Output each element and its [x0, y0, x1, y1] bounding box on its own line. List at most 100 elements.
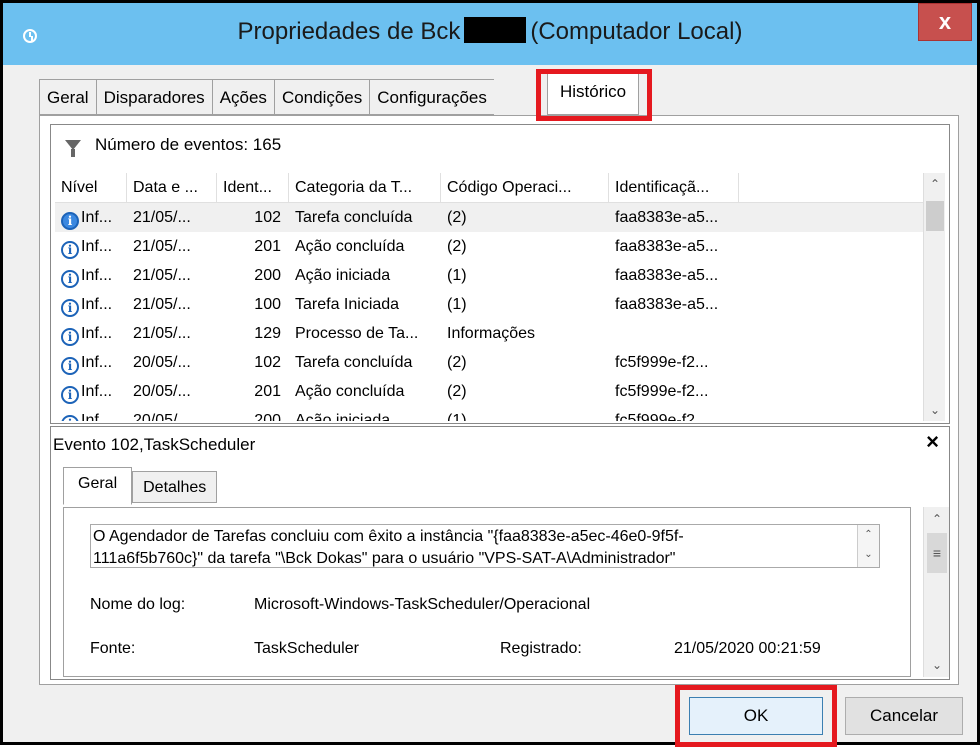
event-detail-pane: Evento 102,TaskScheduler × Geral Detalhe…: [50, 426, 950, 680]
info-icon: i: [61, 357, 79, 375]
column-header-activity[interactable]: Identificaçã...: [609, 173, 739, 202]
date-cell: 21/05/...: [133, 238, 191, 255]
table-row[interactable]: i Inf... 21/05/... 100 Tarefa Iniciada (1…: [55, 290, 925, 319]
message-scrollbar[interactable]: ⌃ ⌄: [857, 525, 879, 567]
date-cell: 21/05/...: [133, 325, 191, 342]
date-cell: 20/05/...: [133, 383, 191, 400]
filter-icon[interactable]: [65, 140, 81, 157]
info-icon: i: [61, 241, 79, 259]
column-header-id[interactable]: Ident...: [217, 173, 289, 202]
column-header-category[interactable]: Categoria da T...: [289, 173, 441, 202]
scroll-up-icon[interactable]: ⌃: [924, 507, 950, 531]
column-header-date[interactable]: Data e ...: [127, 173, 217, 202]
activity-cell: faa8383e-a5...: [615, 238, 719, 255]
opcode-cell: (2): [447, 209, 467, 226]
column-header-level[interactable]: Nível: [55, 173, 127, 202]
info-icon: i: [61, 212, 79, 230]
scroll-down-icon[interactable]: ⌄: [924, 653, 950, 677]
id-cell: 201: [254, 383, 281, 400]
info-icon: i: [61, 270, 79, 288]
table-row[interactable]: i Inf... 21/05/... 129 Processo de Ta... …: [55, 319, 925, 348]
table-row[interactable]: i Inf... 21/05/... 102 Tarefa concluída (…: [55, 203, 925, 232]
column-header-opcode[interactable]: Código Operaci...: [441, 173, 609, 202]
close-button[interactable]: x: [918, 3, 972, 41]
info-icon: i: [61, 415, 79, 421]
table-row[interactable]: iInf... 20/05/... 200 Ação iniciada (1) …: [55, 406, 925, 421]
category-cell: Tarefa concluída: [295, 354, 413, 371]
info-icon: i: [61, 299, 79, 317]
scroll-down-icon[interactable]: ⌄: [924, 399, 946, 421]
level-text: Inf...: [81, 296, 113, 313]
opcode-cell: Informações: [447, 325, 536, 342]
filter-row: Número de eventos: 165: [65, 135, 281, 157]
activity-cell: faa8383e-a5...: [615, 209, 719, 226]
historico-highlight: [536, 69, 652, 121]
category-cell: Ação concluída: [295, 383, 405, 400]
scroll-thumb[interactable]: ≡: [927, 533, 947, 573]
events-scrollbar[interactable]: ⌃ ⌄: [923, 173, 945, 421]
log-name-value: Microsoft-Windows-TaskScheduler/Operacio…: [254, 596, 591, 613]
source-value: TaskScheduler: [254, 640, 359, 657]
date-cell: 20/05/...: [133, 354, 191, 371]
opcode-cell: (1): [447, 296, 467, 313]
message-line-2: 111a6f5b760c}" da tarefa "\Bck Dokas" pa…: [93, 550, 676, 567]
date-cell: 21/05/...: [133, 267, 191, 284]
scroll-up-icon[interactable]: ⌃: [924, 173, 946, 195]
opcode-cell: (1): [447, 267, 467, 284]
level-text: Inf...: [81, 412, 113, 421]
level-text: Inf...: [81, 238, 113, 255]
level-cell: iInf...: [55, 232, 127, 261]
activity-cell: fc5f999e-f2...: [615, 412, 709, 421]
window-title: Propriedades de Bck (Computador Local): [3, 17, 977, 46]
source-label: Fonte:: [90, 640, 136, 657]
level-text: Inf...: [81, 383, 113, 400]
event-detail-title: Evento 102,TaskScheduler: [53, 435, 256, 454]
level-text: Inf...: [81, 267, 113, 284]
id-cell: 102: [254, 354, 281, 371]
activity-cell: fc5f999e-f2...: [615, 354, 709, 371]
tab-geral[interactable]: Geral: [39, 79, 96, 115]
category-cell: Processo de Ta...: [295, 325, 419, 342]
table-row[interactable]: i Inf... 21/05/... 200 Ação iniciada (1) …: [55, 261, 925, 290]
id-cell: 201: [254, 238, 281, 255]
opcode-cell: (2): [447, 354, 467, 371]
title-bar: Propriedades de Bck (Computador Local) x: [3, 3, 977, 65]
category-cell: Ação concluída: [295, 238, 405, 255]
scroll-thumb[interactable]: [926, 201, 944, 231]
tab-acoes[interactable]: Ações: [211, 79, 274, 115]
category-cell: Tarefa Iniciada: [295, 296, 400, 313]
info-icon: i: [61, 328, 79, 346]
level-cell: iInf...: [55, 319, 127, 348]
tab-configuracoes[interactable]: Configurações: [369, 79, 494, 115]
tab-detail-detalhes[interactable]: Detalhes: [132, 471, 218, 503]
detail-close-icon[interactable]: ×: [926, 429, 939, 455]
category-cell: Tarefa concluída: [295, 209, 413, 226]
id-cell: 200: [254, 412, 281, 421]
redacted-block: [464, 17, 527, 43]
level-text: Inf...: [81, 209, 113, 226]
tab-disparadores[interactable]: Disparadores: [95, 79, 212, 115]
activity-cell: faa8383e-a5...: [615, 267, 719, 284]
date-cell: 20/05/...: [133, 412, 191, 421]
events-frame: Número de eventos: 165 Nível Data e ... …: [50, 124, 950, 424]
table-row[interactable]: i Inf... 21/05/... 201 Ação concluída (2)…: [55, 232, 925, 261]
table-row[interactable]: i Inf... 20/05/... 102 Tarefa concluída (…: [55, 348, 925, 377]
table-row[interactable]: i Inf... 20/05/... 201 Ação concluída (2)…: [55, 377, 925, 406]
detail-scrollbar[interactable]: ⌃ ≡ ⌄: [923, 507, 949, 677]
event-message-box[interactable]: O Agendador de Tarefas concluiu com êxit…: [90, 524, 880, 568]
activity-cell: faa8383e-a5...: [615, 296, 719, 313]
ok-highlight: [675, 685, 837, 747]
id-cell: 200: [254, 267, 281, 284]
tab-detail-geral[interactable]: Geral: [63, 467, 133, 505]
category-cell: Ação iniciada: [295, 412, 391, 421]
title-prefix: Propriedades de Bck: [237, 18, 461, 45]
tab-strip: Geral Disparadores Ações Condições Confi…: [39, 71, 640, 115]
level-cell: iInf...: [55, 290, 127, 319]
tab-condicoes[interactable]: Condições: [273, 79, 370, 115]
level-text: Inf...: [81, 325, 113, 342]
grid-header: Nível Data e ... Ident... Categoria da T…: [55, 173, 925, 203]
events-grid[interactable]: Nível Data e ... Ident... Categoria da T…: [55, 173, 925, 421]
level-text: Inf...: [81, 354, 113, 371]
cancel-button[interactable]: Cancelar: [845, 697, 963, 735]
title-suffix: (Computador Local): [530, 18, 743, 45]
